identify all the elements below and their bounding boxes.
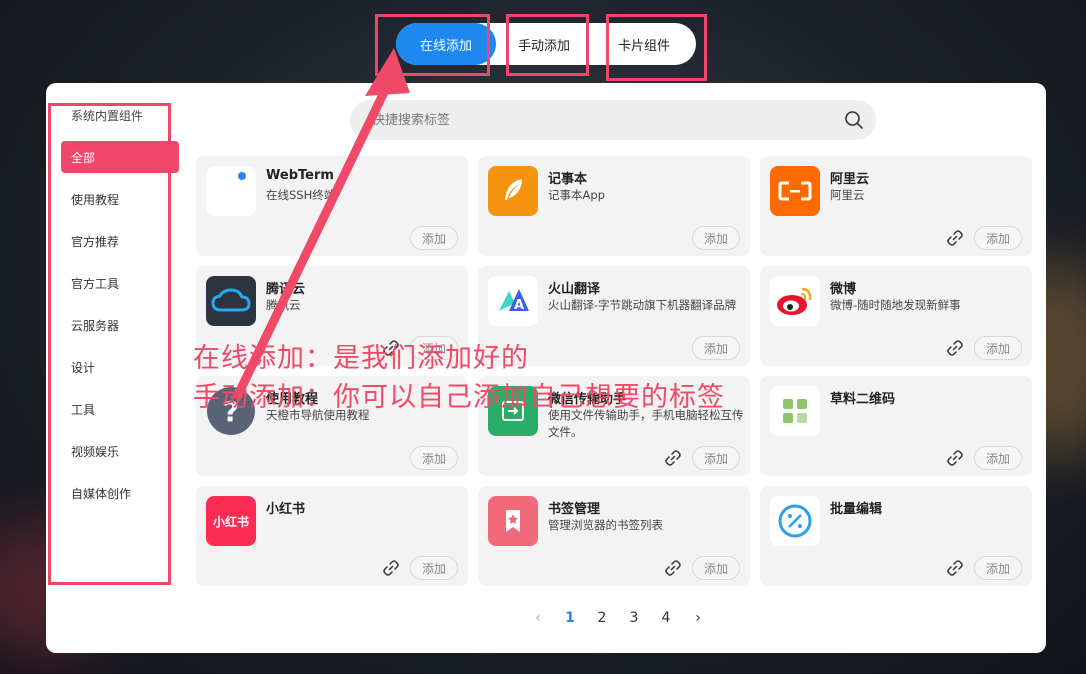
widget-card[interactable]: 小红书 小红书 添加 bbox=[196, 486, 468, 586]
weibo-logo bbox=[770, 276, 820, 326]
widget-card[interactable]: 微博 微博-随时随地发现新鲜事 添加 bbox=[760, 266, 1032, 366]
card-name: WebTerm bbox=[266, 168, 334, 183]
link-icon[interactable] bbox=[946, 229, 964, 247]
page-button[interactable]: 4 bbox=[650, 610, 682, 626]
weibo-icon bbox=[777, 287, 812, 315]
widget-card[interactable]: 书签管理 管理浏览器的书签列表 添加 bbox=[478, 486, 750, 586]
link-icon[interactable] bbox=[382, 559, 400, 577]
link-icon[interactable] bbox=[664, 449, 682, 467]
terminal-icon bbox=[238, 172, 246, 180]
card-name: 火山翻译 bbox=[548, 282, 601, 297]
feather-icon bbox=[505, 179, 522, 200]
webterm-logo bbox=[206, 166, 256, 216]
widget-card[interactable]: 记事本 记事本App 添加 bbox=[478, 156, 750, 256]
add-button[interactable]: 添加 bbox=[410, 226, 458, 250]
link-icon[interactable] bbox=[946, 449, 964, 467]
add-button[interactable]: 添加 bbox=[692, 556, 740, 580]
widget-card[interactable]: 草料二维码 添加 bbox=[760, 376, 1032, 476]
card-name: 阿里云 bbox=[830, 172, 870, 187]
card-name: 记事本 bbox=[548, 172, 588, 187]
search-input[interactable] bbox=[372, 100, 832, 140]
card-desc: 管理浏览器的书签列表 bbox=[548, 518, 663, 532]
page-button[interactable]: 2 bbox=[586, 610, 618, 626]
card-name: 腾讯云 bbox=[266, 282, 306, 297]
highlight-box-card-widget bbox=[606, 14, 707, 81]
notepad-logo bbox=[488, 166, 538, 216]
add-button[interactable]: 添加 bbox=[692, 226, 740, 250]
xiaohongshu-logo: 小红书 bbox=[206, 496, 256, 546]
card-name: 微博 bbox=[830, 282, 857, 297]
widget-card[interactable]: 批量编辑 添加 bbox=[760, 486, 1032, 586]
link-icon[interactable] bbox=[946, 559, 964, 577]
card-desc: 在线SSH终端 bbox=[266, 188, 336, 202]
highlight-box-online-add bbox=[375, 14, 490, 76]
aliyun-icon bbox=[778, 181, 812, 201]
volcano-translate-logo: A bbox=[488, 276, 538, 326]
annotation-line-2: 手动添加：你可以自己添加自己想要的标签 bbox=[193, 382, 725, 413]
widget-card[interactable]: WebTerm 在线SSH终端 添加 bbox=[196, 156, 468, 256]
search-icon[interactable] bbox=[844, 110, 864, 130]
add-button[interactable]: 添加 bbox=[692, 336, 740, 360]
widget-card[interactable]: 阿里云 阿里云 添加 bbox=[760, 156, 1032, 256]
card-desc: 阿里云 bbox=[830, 188, 865, 202]
card-name: 草料二维码 bbox=[830, 392, 896, 407]
svg-text:A: A bbox=[514, 298, 524, 313]
add-button[interactable]: 添加 bbox=[974, 226, 1022, 250]
next-page-button[interactable]: › bbox=[682, 610, 714, 626]
pagination: ‹ 1 2 3 4 › bbox=[522, 605, 714, 631]
card-desc: 腾讯云 bbox=[266, 298, 301, 312]
card-name: 批量编辑 bbox=[830, 502, 883, 517]
link-icon[interactable] bbox=[946, 339, 964, 357]
card-desc: 记事本App bbox=[548, 188, 605, 202]
translate-icon: A bbox=[499, 289, 529, 313]
cloud-icon bbox=[211, 288, 251, 312]
add-button[interactable]: 添加 bbox=[974, 336, 1022, 360]
highlight-box-sidebar bbox=[48, 103, 171, 585]
card-name: 小红书 bbox=[266, 502, 306, 517]
add-button[interactable]: 添加 bbox=[692, 446, 740, 470]
percent-icon bbox=[778, 504, 812, 538]
card-desc: 火山翻译-字节跳动旗下机器翻译品牌 bbox=[548, 298, 737, 312]
highlight-box-manual-add bbox=[506, 14, 589, 76]
batch-edit-logo bbox=[770, 496, 820, 546]
card-name: 书签管理 bbox=[548, 502, 601, 517]
add-button[interactable]: 添加 bbox=[410, 446, 458, 470]
add-button[interactable]: 添加 bbox=[974, 556, 1022, 580]
card-desc: 微博-随时随地发现新鲜事 bbox=[830, 298, 961, 312]
xiaohongshu-logo-text: 小红书 bbox=[212, 514, 249, 529]
annotation-line-1: 在线添加：是我们添加好的 bbox=[193, 343, 529, 374]
add-button[interactable]: 添加 bbox=[410, 556, 458, 580]
page-button[interactable]: 1 bbox=[554, 610, 586, 626]
qrcode-icon bbox=[783, 399, 807, 423]
qrcode-logo bbox=[770, 386, 820, 436]
add-button[interactable]: 添加 bbox=[974, 446, 1022, 470]
search-bar bbox=[350, 100, 876, 140]
bookmark-logo bbox=[488, 496, 538, 546]
aliyun-logo bbox=[770, 166, 820, 216]
prev-page-button[interactable]: ‹ bbox=[522, 610, 554, 626]
link-icon[interactable] bbox=[664, 559, 682, 577]
bookmark-icon bbox=[506, 510, 520, 532]
page-button[interactable]: 3 bbox=[618, 610, 650, 626]
tencent-cloud-logo bbox=[206, 276, 256, 326]
